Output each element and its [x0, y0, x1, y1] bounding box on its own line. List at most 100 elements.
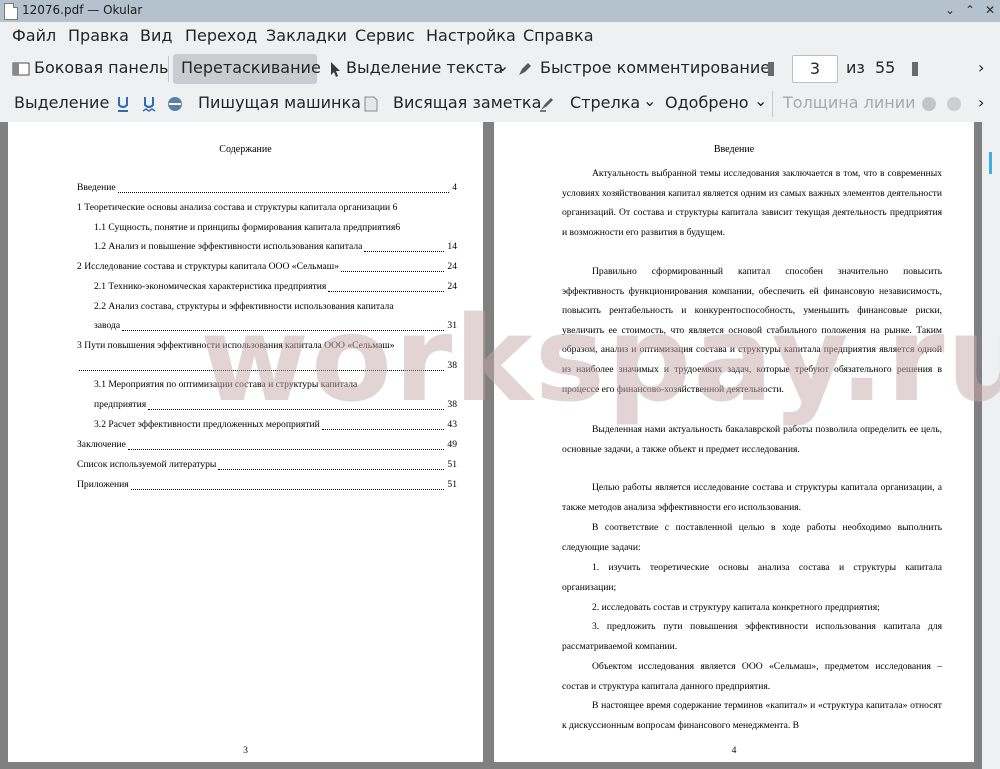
menu-file[interactable]: Файл [12, 26, 56, 45]
page-number: 4 [731, 745, 737, 756]
page-3: Содержание Введение 4 1 Теоретические осно… [8, 122, 483, 762]
quick-comment-button[interactable]: Быстрое комментирование [540, 58, 770, 77]
toc-entry[interactable]: 2.2 Анализ состава, структуры и эффектив… [94, 301, 394, 312]
paragraph: Актуальность выбранной темы исследования… [562, 168, 942, 238]
document-icon [4, 3, 18, 20]
menu-bar: Файл Правка Вид Переход Закладки Сервис … [0, 22, 1000, 50]
maximize-button[interactable]: ⌃ [962, 2, 978, 18]
menu-view[interactable]: Вид [140, 26, 172, 45]
squiggly-underline-icon[interactable] [142, 95, 156, 113]
menu-edit[interactable]: Правка [68, 26, 129, 45]
toc-leader-dots [122, 330, 444, 331]
paragraph: Целью работы является исследование соста… [562, 482, 942, 513]
paragraph: 1. изучить теоретические основы анализа … [562, 562, 942, 593]
toc-entry[interactable]: предприятия [94, 399, 146, 410]
toc-leader-dots [128, 449, 444, 450]
paragraph: Выделенная нами актуальность бакалаврско… [562, 424, 942, 455]
drag-mode-button[interactable]: Перетаскивание [181, 58, 321, 77]
pen-icon [540, 98, 553, 112]
annotation-toolbar: Выделение Пишущая машинка Висящая заметк… [0, 87, 1000, 121]
page-4: Введение Актуальность выбранной темы исс… [494, 122, 974, 762]
paragraph: В настоящее время содержание терминов «к… [562, 700, 942, 731]
toc-page-number: 38 [447, 360, 457, 371]
text-select-button[interactable]: Выделение текста [346, 58, 503, 77]
toc-entry[interactable]: Приложения [77, 479, 129, 490]
document-view[interactable]: Содержание Введение 4 1 Теоретические осно… [0, 122, 1000, 769]
toc-leader-dots [328, 291, 444, 292]
toc-page-number: 31 [447, 320, 457, 331]
toc-page-number: 51 [447, 479, 457, 490]
next-page-icon[interactable] [910, 60, 920, 78]
toc-entry[interactable]: 1.1 Сущность, понятие и принципы формиро… [94, 222, 400, 233]
sticky-note-icon [364, 96, 378, 112]
intro-heading: Введение [713, 144, 755, 155]
chevron-down-icon[interactable]: ⌄ [754, 91, 767, 110]
toc-leader-dots [322, 429, 444, 430]
chevron-down-icon[interactable]: ⌄ [643, 91, 656, 110]
toc-leader-dots [341, 271, 444, 272]
paragraph: В соответствие с поставленной целью в хо… [562, 522, 942, 553]
toc-leader-dots [79, 370, 444, 371]
page-of-label: из [846, 58, 865, 77]
toolbar-overflow-button[interactable]: › [978, 58, 984, 77]
toc-page-number: 14 [447, 241, 457, 252]
menu-go[interactable]: Переход [185, 26, 257, 45]
toc-entry[interactable]: Введение [77, 182, 116, 193]
toc-entry[interactable]: 3 Пути повышения эффективности использов… [77, 340, 395, 351]
toc-leader-dots [364, 251, 444, 252]
previous-page-icon[interactable] [766, 60, 776, 78]
toc-page-number: 4 [452, 182, 457, 193]
toc-page-number: 43 [447, 419, 457, 430]
menu-help[interactable]: Справка [523, 26, 594, 45]
toc-page-number: 24 [447, 281, 457, 292]
paragraph: 2. исследовать состав и структуру капита… [592, 602, 880, 613]
vertical-scrollbar[interactable] [982, 122, 1000, 769]
paragraph: Правильно сформированный капитал способе… [562, 266, 942, 395]
font-icon[interactable] [945, 95, 963, 113]
toolbar-separator [168, 56, 169, 82]
toolbar-overflow-button[interactable]: › [978, 93, 984, 112]
toc-page-number: 51 [447, 459, 457, 470]
menu-settings[interactable]: Настройка [426, 26, 516, 45]
scrollbar-thumb[interactable] [989, 152, 992, 174]
toc-entry[interactable]: 1 Теоретические основы анализа состава и… [77, 202, 397, 213]
page-total: 55 [875, 58, 896, 77]
stamp-approved-button[interactable]: Одобрено [665, 93, 749, 112]
window-titlebar[interactable]: 12076.pdf — Okular ⌄ ⌃ ✕ [0, 0, 1000, 23]
toc-entry[interactable]: 2 Исследование состава и структуры капит… [77, 261, 339, 272]
highlight-button[interactable]: Выделение [14, 93, 109, 112]
toc-heading: Содержание [219, 144, 272, 155]
quick-comment-icon [519, 63, 531, 75]
chevron-down-icon[interactable]: ⌄ [496, 56, 509, 75]
toc-entry[interactable]: завода [94, 320, 120, 331]
arrow-button[interactable]: Стрелка [570, 93, 640, 112]
pop-up-note-button[interactable]: Висящая заметка [393, 93, 541, 112]
toc-entry[interactable]: Заключение [77, 439, 126, 450]
sidebar-button[interactable]: Боковая панель [34, 58, 168, 77]
typewriter-button[interactable]: Пишущая машинка [198, 93, 361, 112]
paragraph: Объектом исследования является ООО «Сель… [562, 661, 942, 692]
menu-bookmarks[interactable]: Закладки [266, 26, 347, 45]
toc-entry[interactable]: 3.1 Мероприятия по оптимизации состава и… [94, 379, 357, 390]
toc-entry[interactable]: 3.2 Расчет эффективности предложенных ме… [94, 419, 320, 430]
toc-entry[interactable]: 1.2 Анализ и повышение эффективности исп… [94, 241, 362, 252]
paragraph: 3. предложить пути повышения эффективнос… [562, 621, 942, 652]
toc-leader-dots [218, 469, 444, 470]
line-width-button[interactable]: Толщина линии [783, 93, 916, 112]
toc-entry[interactable]: 2.1 Технико-экономическая характеристика… [94, 281, 326, 292]
strikeout-icon[interactable] [166, 95, 184, 113]
color-icon[interactable] [920, 95, 938, 113]
underline-icon[interactable] [116, 95, 130, 113]
toc-leader-dots [118, 192, 449, 193]
minimize-button[interactable]: ⌄ [942, 2, 958, 18]
close-button[interactable]: ✕ [982, 2, 998, 18]
menu-tools[interactable]: Сервис [355, 26, 415, 45]
toc-leader-dots [148, 409, 444, 410]
sidebar-icon [12, 62, 30, 76]
toc-entry[interactable]: Список используемой литературы [77, 459, 216, 470]
text-cursor-icon [331, 62, 340, 77]
toolbar-separator [772, 91, 773, 117]
toc-page-number: 24 [447, 261, 457, 272]
page-number-input[interactable]: 3 [792, 55, 838, 83]
page-number: 3 [243, 745, 248, 756]
